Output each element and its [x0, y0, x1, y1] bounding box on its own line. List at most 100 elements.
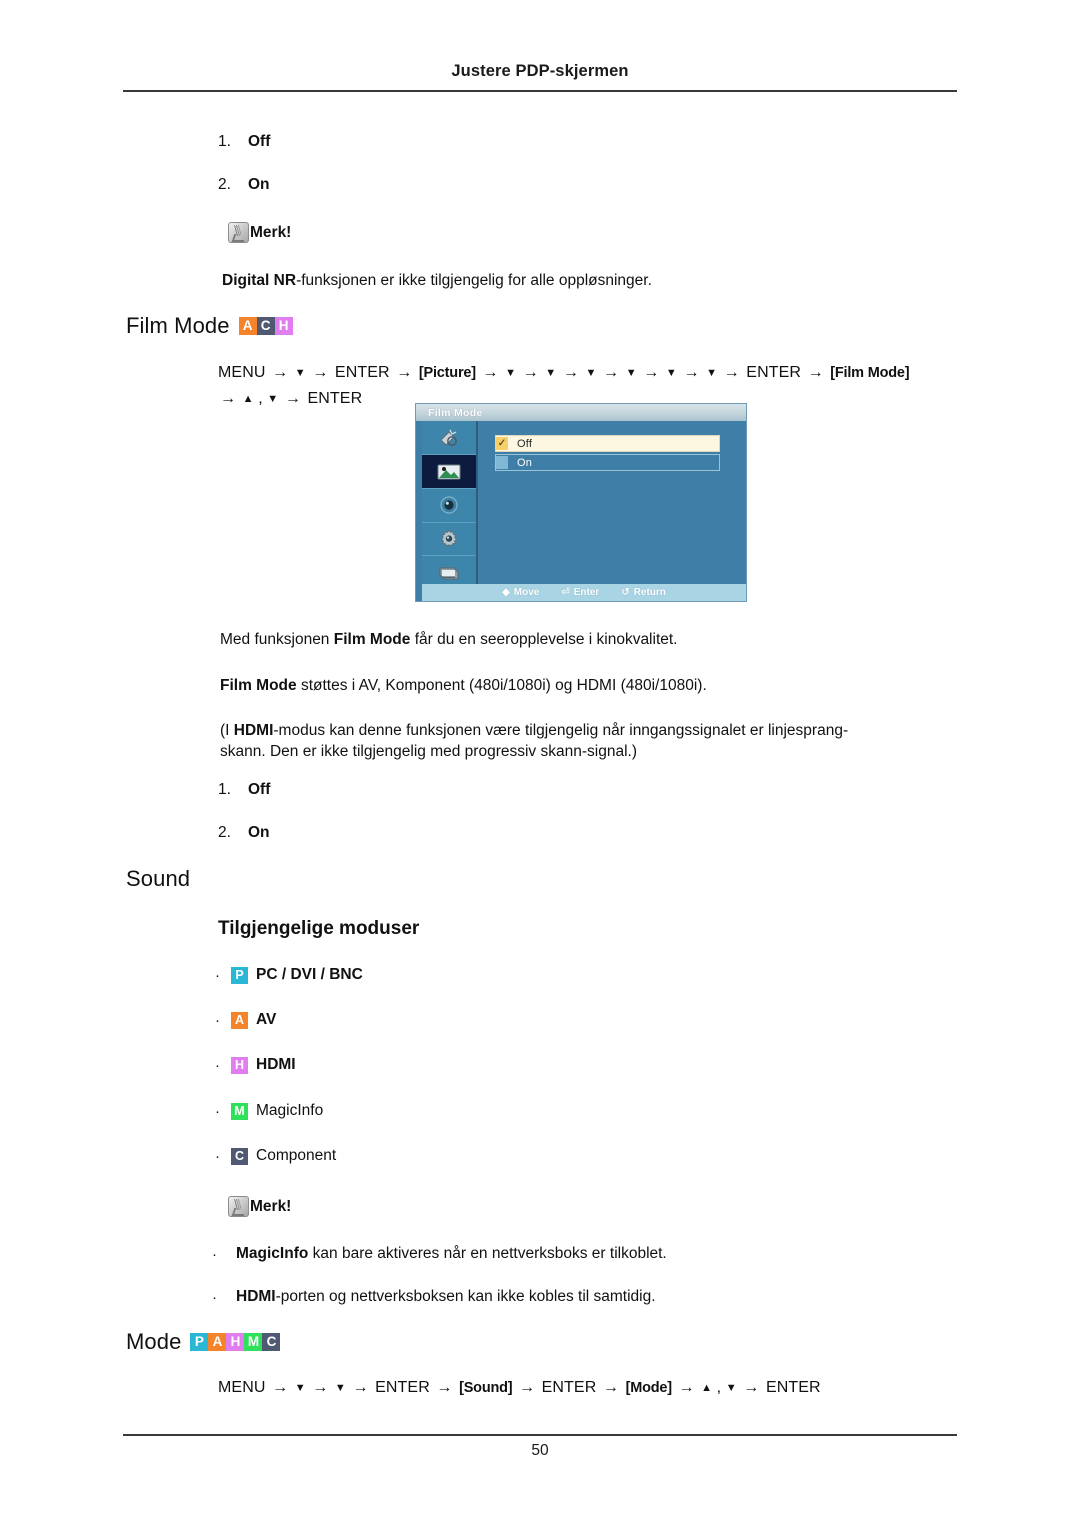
- note-bullet-text: HDMI-porten og nettverksboksen kan ikke …: [236, 1288, 656, 1306]
- footer-divider: [123, 1434, 957, 1436]
- menu-path-token: →: [683, 364, 700, 381]
- osd-option-row-off[interactable]: ✓ Off: [495, 435, 720, 452]
- paragraph-text: får du en seeropplevelse i kinokvalitet.: [410, 631, 678, 648]
- menu-path-token: ▲: [701, 1382, 713, 1394]
- osd-hint-label: Return: [633, 587, 666, 598]
- paragraph-film-mode-hdmi-note-line1: (I HDMI-modus kan denne funksjonen være …: [220, 720, 848, 741]
- menu-path-token: ▼: [665, 367, 677, 379]
- osd-hint-bar: ◆ Move ⏎ Enter ↺ Return: [422, 584, 746, 601]
- paragraph-film-mode-description: Med funksjonen Film Mode får du en seero…: [220, 629, 678, 650]
- menu-path-token: →: [312, 364, 329, 381]
- menu-path-token: →: [482, 364, 499, 381]
- menu-path-token: [Mode]: [625, 1380, 673, 1396]
- menu-path-token: MENU: [218, 1379, 266, 1396]
- menu-path-token: ENTER: [765, 1379, 821, 1396]
- mode-badge-m: M: [244, 1333, 263, 1351]
- return-arrow-icon: ↺: [621, 587, 630, 598]
- bullet-icon: ·: [215, 966, 220, 984]
- mode-badge-c: C: [231, 1147, 248, 1165]
- osd-sidebar-item-sound[interactable]: [422, 489, 476, 523]
- menu-path-token: ,: [258, 390, 263, 407]
- setup-gear-icon: [439, 529, 459, 549]
- bullet-icon: ·: [215, 1147, 220, 1165]
- osd-hint-move: ◆ Move: [502, 587, 539, 598]
- option-marker-icon: [496, 456, 508, 469]
- list-item-mode-hdmi: · H HDMI: [215, 1056, 296, 1074]
- note-body: Digital NR-funksjonen er ikke tilgjengel…: [222, 270, 652, 291]
- mode-label: MagicInfo: [256, 1102, 324, 1119]
- menu-path-token: ▼: [545, 367, 557, 379]
- osd-title-text: Film Mode: [428, 406, 483, 419]
- paragraph-text: (I: [220, 722, 234, 739]
- mode-badge-a: A: [238, 317, 257, 335]
- osd-option-label: Off: [517, 437, 533, 450]
- mode-badge-a: A: [208, 1333, 227, 1351]
- mode-badge-p: P: [231, 966, 248, 984]
- note-label: Merk!: [250, 223, 292, 241]
- menu-path-token: →: [603, 364, 620, 381]
- menu-path-token: →: [562, 364, 579, 381]
- menu-path-token: →: [807, 364, 824, 381]
- move-diamond-icon: ◆: [502, 587, 510, 598]
- note-pencil-icon: [228, 1196, 249, 1217]
- bullet-icon: ·: [212, 1245, 217, 1263]
- menu-path-token: →: [272, 1379, 289, 1396]
- osd-hint-label: Enter: [573, 587, 600, 598]
- note-bullet-rest: kan bare aktiveres når en nettverksboks …: [308, 1245, 667, 1262]
- mode-badge-c: C: [262, 1333, 281, 1351]
- mode-badge-c: C: [256, 317, 275, 335]
- menu-path-token: ▼: [505, 367, 517, 379]
- osd-hint-enter: ⏎ Enter: [561, 587, 599, 598]
- list-item: 1. Off: [218, 133, 270, 151]
- osd-option-row-on[interactable]: On: [495, 454, 720, 471]
- menu-path-token: ▼: [294, 1382, 306, 1394]
- section-title: Mode: [126, 1329, 182, 1354]
- list-item-number: 1.: [218, 781, 231, 798]
- menu-path-token: →: [522, 364, 539, 381]
- section-heading-sound: Sound: [126, 866, 190, 892]
- bullet-icon: ·: [212, 1288, 217, 1306]
- picture-icon: [437, 464, 461, 480]
- osd-sidebar-item-input-source[interactable]: [422, 421, 476, 455]
- header-divider: [123, 90, 957, 92]
- list-item-number: 1.: [218, 133, 231, 150]
- osd-hint-return: ↺ Return: [621, 587, 666, 598]
- mode-label: HDMI: [256, 1056, 296, 1073]
- page-number: 50: [531, 1442, 549, 1459]
- bullet-icon: ·: [215, 1102, 220, 1120]
- menu-path-token: →: [220, 390, 237, 407]
- menu-path-token: ENTER: [334, 364, 390, 381]
- menu-path-token: →: [678, 1379, 695, 1396]
- mode-label: Component: [256, 1147, 337, 1164]
- osd-option-panel: ✓ Off On: [478, 421, 746, 584]
- osd-sidebar-item-picture[interactable]: [422, 454, 476, 490]
- menu-path-token: →: [312, 1379, 329, 1396]
- list-item-number: 2.: [218, 824, 231, 841]
- bullet-icon: ·: [215, 1056, 220, 1074]
- note-bullet-emphasis: HDMI: [236, 1288, 276, 1305]
- menu-path-token: ▼: [725, 1382, 737, 1394]
- menu-path-token: →: [352, 1379, 369, 1396]
- mode-badge-h: H: [274, 317, 293, 335]
- list-item-value: On: [248, 176, 270, 193]
- osd-option-label: On: [517, 456, 533, 469]
- note-bullet-hdmi: · HDMI-porten og nettverksboksen kan ikk…: [212, 1288, 656, 1306]
- page-title: Film Mode: [126, 313, 230, 338]
- multi-control-icon: [437, 564, 461, 582]
- subsection-heading-available-modes: Tilgjengelige moduser: [218, 918, 420, 939]
- menu-path-token: ▼: [334, 1382, 346, 1394]
- list-item-value: Off: [248, 133, 271, 150]
- list-item-number: 2.: [218, 176, 231, 193]
- osd-sidebar-item-setup[interactable]: [422, 523, 476, 557]
- menu-path-token: MENU: [218, 364, 266, 381]
- list-item: 2. On: [218, 176, 270, 194]
- menu-path-token: →: [723, 364, 740, 381]
- menu-path-token: ENTER: [375, 1379, 430, 1396]
- section-heading-film-mode: Film Mode A C H: [126, 313, 293, 339]
- running-header: Justere PDP-skjermen: [451, 62, 629, 80]
- list-item-mode-av: · A AV: [215, 1011, 276, 1029]
- mode-badge-group: A C H: [238, 317, 293, 335]
- menu-path-token: ENTER: [307, 390, 363, 407]
- paragraph-text: støttes i AV, Komponent (480i/1080i) og …: [296, 677, 707, 694]
- note-body-emphasis: Digital NR: [222, 272, 297, 289]
